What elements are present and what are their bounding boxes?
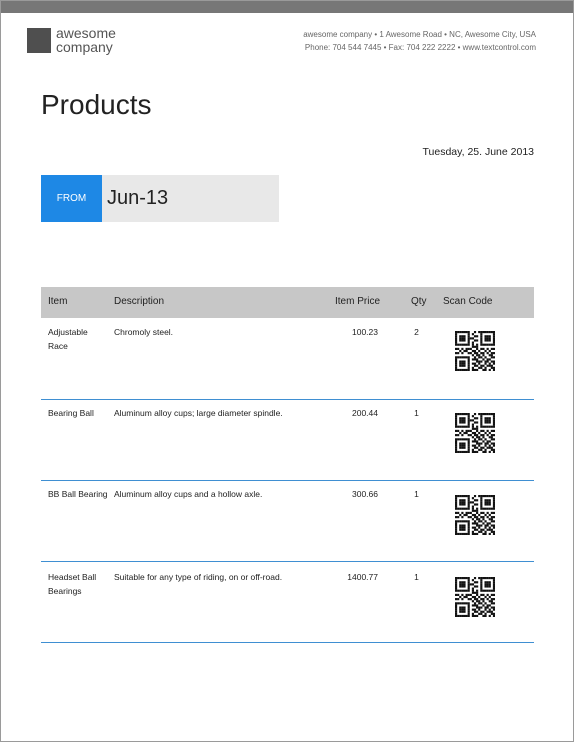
- company-logo-text: awesome company: [56, 26, 116, 54]
- table-row: Adjustable Race Chromoly steel. 100.23 2: [41, 318, 534, 400]
- cell-item: BB Ball Bearing: [48, 489, 108, 499]
- cell-item: Bearing Ball: [48, 408, 94, 418]
- qr-code-icon: [455, 577, 495, 617]
- cell-qty: 1: [414, 489, 419, 499]
- column-header-scan-code: Scan Code: [443, 296, 493, 307]
- table-row: Headset Ball Bearings Suitable for any t…: [41, 561, 534, 643]
- company-phone-fax-web: Phone: 704 544 7445 • Fax: 704 222 2222 …: [304, 43, 536, 52]
- table-row: Bearing Ball Aluminum alloy cups; large …: [41, 399, 534, 481]
- column-header-item: Item: [48, 296, 68, 307]
- top-bar: [1, 1, 573, 13]
- cell-item-price: 200.44: [352, 408, 378, 418]
- qr-code-icon: [455, 331, 495, 371]
- cell-description: Chromoly steel.: [114, 327, 174, 337]
- cell-item-price: 300.66: [352, 489, 378, 499]
- table-header: Item Description Item Price Qty Scan Cod…: [41, 287, 534, 318]
- logo-text-line2: company: [56, 39, 113, 55]
- qr-code-icon: [455, 413, 495, 453]
- from-value: Jun-13: [102, 175, 279, 222]
- cell-item-price: 100.23: [352, 327, 378, 337]
- cell-item-price: 1400.77: [347, 572, 378, 582]
- column-header-item-price: Item Price: [335, 296, 381, 307]
- logo-text-line1: awesome: [56, 25, 116, 41]
- cell-description: Aluminum alloy cups; large diameter spin…: [114, 408, 283, 418]
- document-date: Tuesday, 25. June 2013: [422, 146, 535, 158]
- logo-mark: [27, 28, 51, 53]
- cell-description: Aluminum alloy cups and a hollow axle.: [114, 489, 263, 499]
- cell-item: Adjustable Race: [48, 327, 88, 351]
- cell-qty: 1: [414, 408, 419, 418]
- column-header-description: Description: [114, 296, 165, 307]
- cell-qty: 2: [414, 327, 419, 337]
- cell-item: Headset Ball Bearings: [48, 572, 97, 596]
- company-contact-info: awesome company • 1 Awesome Road • NC, A…: [303, 28, 536, 54]
- cell-description: Suitable for any type of riding, on or o…: [114, 572, 283, 582]
- cell-qty: 1: [414, 572, 419, 582]
- table-row: BB Ball Bearing Aluminum alloy cups and …: [41, 480, 534, 562]
- company-address: awesome company • 1 Awesome Road • NC, A…: [303, 30, 536, 39]
- page-title: Products: [41, 89, 152, 120]
- document-page: awesome company awesome company • 1 Awes…: [0, 0, 574, 742]
- qr-code-icon: [455, 495, 495, 535]
- column-header-qty: Qty: [411, 296, 427, 307]
- from-label: FROM: [41, 175, 102, 222]
